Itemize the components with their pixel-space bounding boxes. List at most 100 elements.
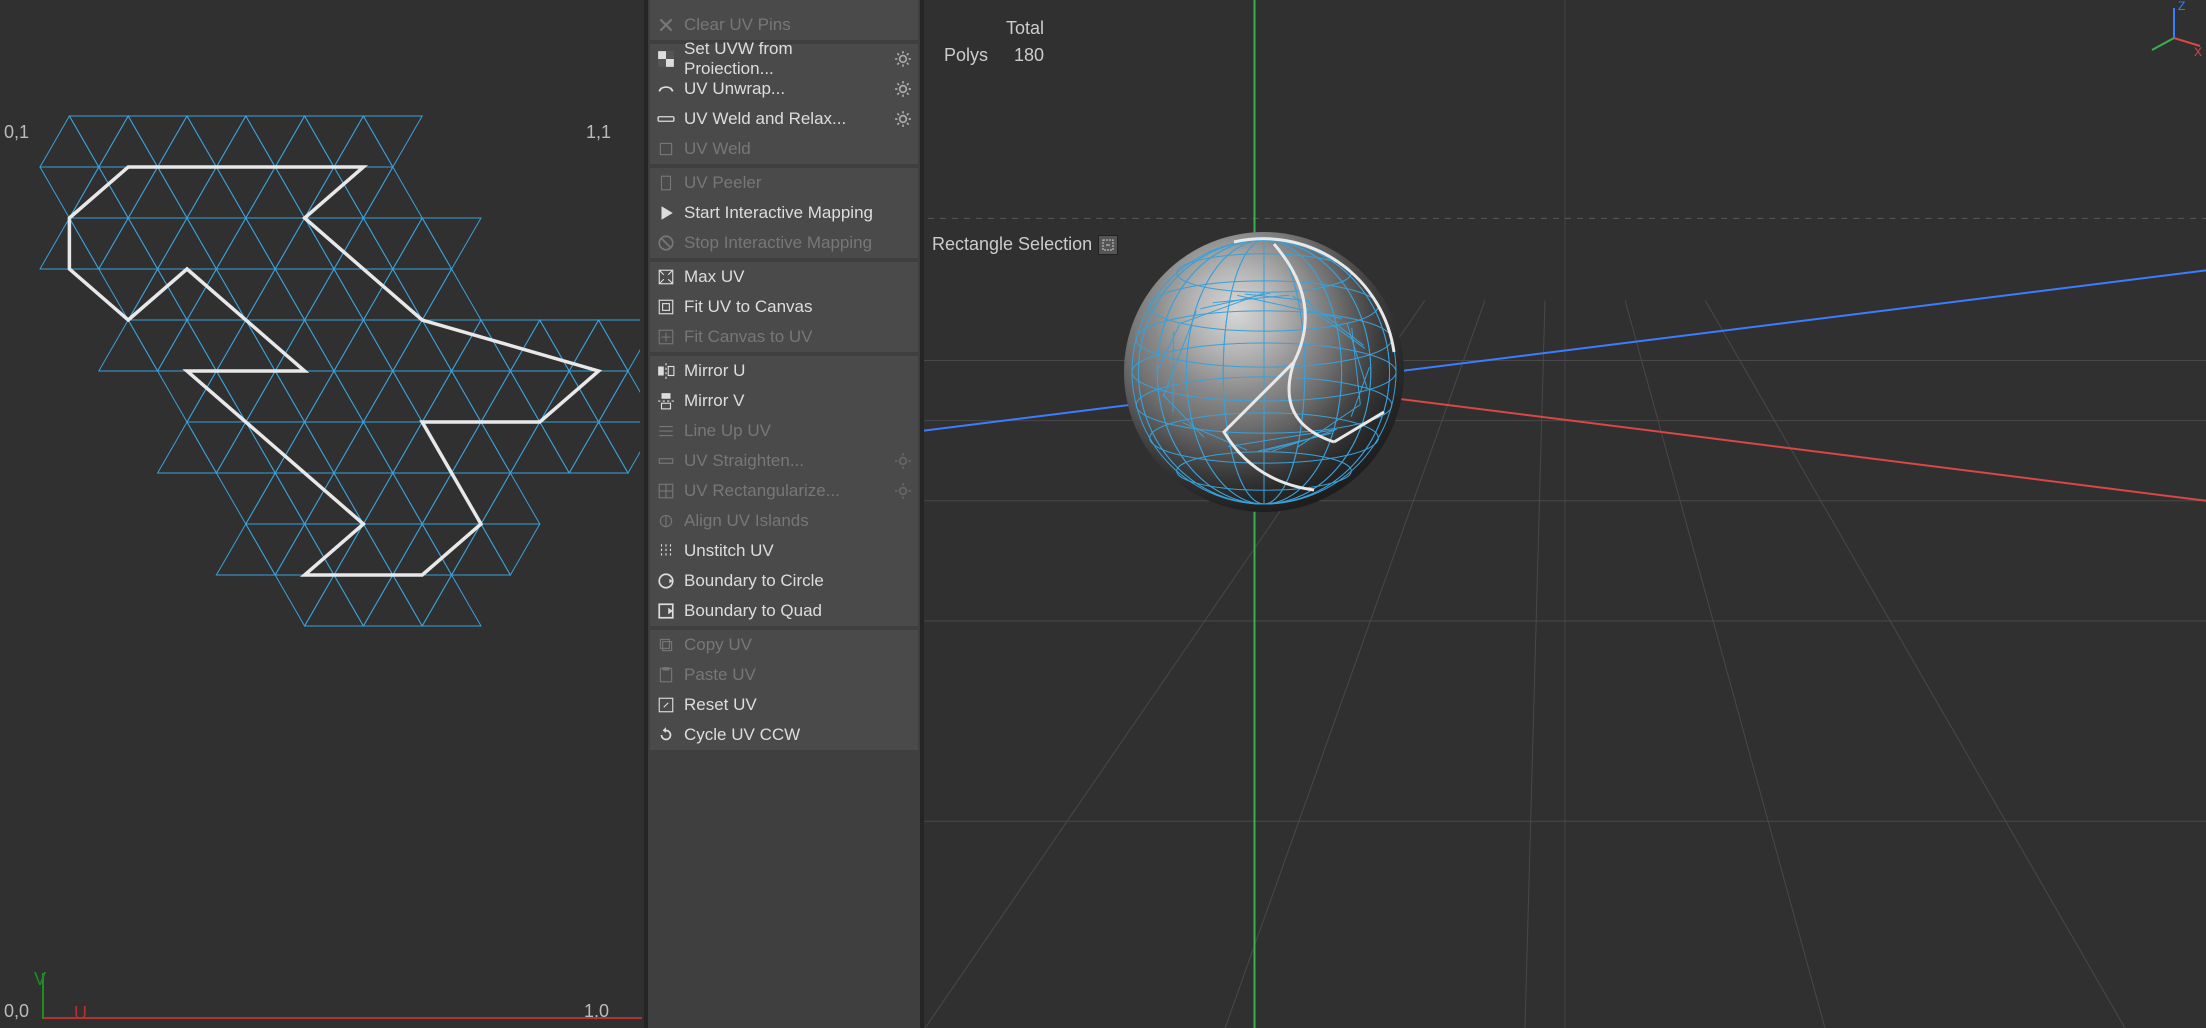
cycle-uv-ccw-button[interactable]: Cycle UV CCW [650, 720, 918, 750]
mirror-u-label: Mirror U [684, 361, 745, 381]
uv-axis-u-label: U [74, 1003, 87, 1024]
x-icon [656, 15, 676, 35]
uv-weld-button: UV Weld [650, 134, 918, 164]
expand-icon [656, 267, 676, 287]
remove-uv-pins-label: Remove UV Pins [684, 0, 813, 5]
copy-uv-label: Copy UV [684, 635, 752, 655]
selection-tool-label: Rectangle Selection [932, 234, 1092, 255]
remove-uv-pins-button: Remove UV Pins [650, 0, 918, 10]
checker-icon [656, 49, 676, 69]
reset-uv-label: Reset UV [684, 695, 757, 715]
mirror-v-button[interactable]: Mirror V [650, 386, 918, 416]
uv-weld-relax-label: UV Weld and Relax... [684, 109, 846, 129]
stop-imap-label: Stop Interactive Mapping [684, 233, 872, 253]
uv-axis-v [42, 973, 44, 1019]
set-uvw-label: Set UVW from Projection... [684, 39, 886, 79]
gear-icon [894, 482, 912, 500]
fit-out-icon [656, 327, 676, 347]
gizmo-z-label: Z [2178, 0, 2185, 13]
viewport-stats: Total Polys 180 [934, 14, 1054, 70]
boundary-quad-label: Boundary to Quad [684, 601, 822, 621]
copy-icon [656, 635, 676, 655]
circle-icon [656, 571, 676, 591]
mirror-u-icon [656, 361, 676, 381]
reset-uv-button[interactable]: Reset UV [650, 690, 918, 720]
copy-uv-button: Copy UV [650, 630, 918, 660]
gear-icon[interactable] [894, 110, 912, 128]
mirror-v-icon [656, 391, 676, 411]
paste-uv-button: Paste UV [650, 660, 918, 690]
uv-unwrap-label: UV Unwrap... [684, 79, 785, 99]
minus-icon [656, 0, 676, 5]
uv-editor-panel: 0,1 1,1 0,0 1,0 U V [0, 0, 644, 1028]
uv-straighten-label: UV Straighten... [684, 451, 804, 471]
line-up-uv-button: Line Up UV [650, 416, 918, 446]
start-interactive-mapping-button[interactable]: Start Interactive Mapping [650, 198, 918, 228]
unstitch-uv-label: Unstitch UV [684, 541, 774, 561]
unstitch-icon [656, 541, 676, 561]
mirror-u-button[interactable]: Mirror U [650, 356, 918, 386]
fit-canvas-uv-label: Fit Canvas to UV [684, 327, 813, 347]
viewport-grid [924, 0, 2206, 1028]
weld-simple-icon [656, 139, 676, 159]
mirror-v-label: Mirror V [684, 391, 744, 411]
viewport-3d[interactable]: Total Polys 180 Z X Rectangle Selection [924, 0, 2206, 1028]
grid-icon [656, 481, 676, 501]
align-uv-islands-button: Align UV Islands [650, 506, 918, 536]
clear-uv-pins-label: Clear UV Pins [684, 15, 791, 35]
peeler-icon [656, 173, 676, 193]
align-uv-islands-label: Align UV Islands [684, 511, 809, 531]
gear-icon[interactable] [894, 50, 912, 68]
max-uv-label: Max UV [684, 267, 744, 287]
fit-uv-to-canvas-button[interactable]: Fit UV to Canvas [650, 292, 918, 322]
paste-uv-label: Paste UV [684, 665, 756, 685]
uv-weld-relax-button[interactable]: UV Weld and Relax... [650, 104, 918, 134]
unstitch-uv-button[interactable]: Unstitch UV [650, 536, 918, 566]
boundary-to-quad-button[interactable]: Boundary to Quad [650, 596, 918, 626]
stats-polys-label: Polys [936, 43, 996, 68]
stop-icon [656, 233, 676, 253]
uv-rectangularize-label: UV Rectangularize... [684, 481, 840, 501]
gear-icon[interactable] [894, 80, 912, 98]
max-uv-button[interactable]: Max UV [650, 262, 918, 292]
cycle-uv-ccw-label: Cycle UV CCW [684, 725, 800, 745]
reset-icon [656, 695, 676, 715]
gizmo-x-label: X [2194, 45, 2202, 59]
uv-command-panel: Remove UV Pins Clear UV Pins Set UVW fro… [644, 0, 924, 1028]
weld-icon [656, 109, 676, 129]
uv-axis-v-label: V [34, 969, 46, 990]
unwrap-icon [656, 79, 676, 99]
align-icon [656, 511, 676, 531]
axis-gizmo[interactable]: Z X [2146, 0, 2206, 60]
uv-peeler-label: UV Peeler [684, 173, 761, 193]
paste-icon [656, 665, 676, 685]
rotate-ccw-icon [656, 725, 676, 745]
uv-corner-0-0-label: 0,0 [4, 1001, 29, 1022]
fit-canvas-to-uv-button: Fit Canvas to UV [650, 322, 918, 352]
stop-interactive-mapping-button: Stop Interactive Mapping [650, 228, 918, 258]
sphere-object[interactable] [1124, 232, 1404, 512]
uv-mesh-svg[interactable] [0, 0, 640, 728]
boundary-to-circle-button[interactable]: Boundary to Circle [650, 566, 918, 596]
uv-axis-u [42, 1017, 642, 1019]
gear-icon [894, 452, 912, 470]
fit-uv-canvas-label: Fit UV to Canvas [684, 297, 813, 317]
uv-unwrap-button[interactable]: UV Unwrap... [650, 74, 918, 104]
selection-tool-indicator[interactable]: Rectangle Selection [932, 234, 1118, 255]
stats-total-header: Total [998, 16, 1052, 41]
quad-icon [656, 601, 676, 621]
lineup-icon [656, 421, 676, 441]
uv-weld-label: UV Weld [684, 139, 751, 159]
uv-straighten-button: UV Straighten... [650, 446, 918, 476]
play-icon [656, 203, 676, 223]
uv-peeler-button: UV Peeler [650, 168, 918, 198]
fit-in-icon [656, 297, 676, 317]
selection-tool-options-icon[interactable] [1098, 235, 1118, 255]
stats-polys-value: 180 [998, 43, 1052, 68]
boundary-circle-label: Boundary to Circle [684, 571, 824, 591]
start-imap-label: Start Interactive Mapping [684, 203, 873, 223]
set-uvw-projection-button[interactable]: Set UVW from Projection... [650, 44, 918, 74]
straighten-icon [656, 451, 676, 471]
line-up-uv-label: Line Up UV [684, 421, 771, 441]
uv-rectangularize-button: UV Rectangularize... [650, 476, 918, 506]
